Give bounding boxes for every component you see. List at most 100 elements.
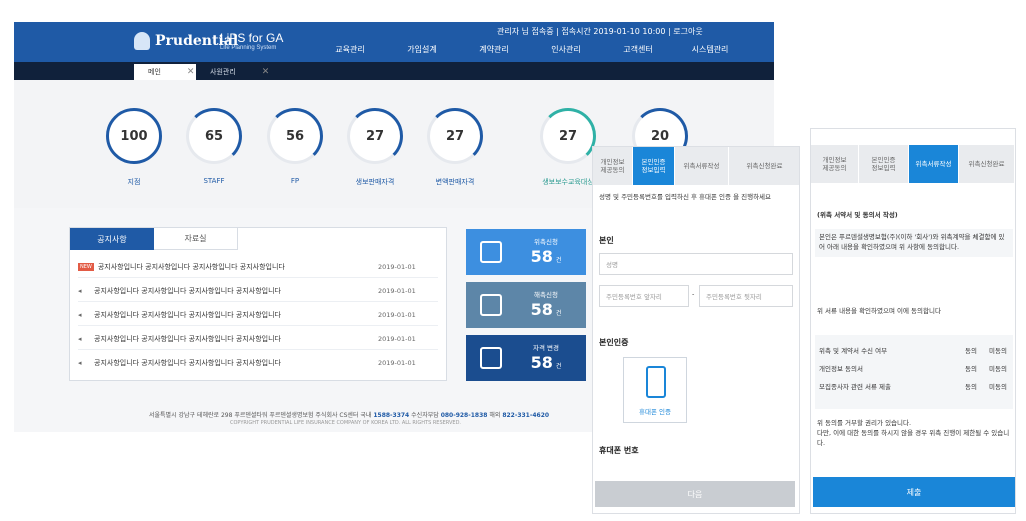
card-count: 58 건 [530, 353, 562, 372]
card-count: 58 건 [530, 300, 562, 319]
notice-date: 2019-01-01 [378, 334, 416, 343]
table-row[interactable]: NEW 공지사항입니다 공지사항입니다 공지사항입니다 공지사항입니다 2019… [78, 256, 438, 278]
page-tabbar: 메인 ✕ 사원관리 ✕ [14, 62, 774, 80]
agree-radio[interactable]: 동의 [965, 347, 977, 357]
notice-title[interactable]: 공지사항입니다 공지사항입니다 공지사항입니다 공지사항입니다 [94, 310, 378, 320]
product-logo: LiPS for GA Life Planning System [220, 31, 283, 51]
notice-date: 2019-01-01 [378, 262, 416, 271]
footer-address: 서울특별시 강남구 테헤란로 298 푸르덴셜타워 푸르덴셜생명보험 주식회사 [149, 412, 338, 419]
stat-circle[interactable]: 27 [427, 108, 483, 164]
stat-label: 지점 [127, 178, 141, 186]
notice-text: 위 동의를 거부할 권리가 있습니다. 다만, 이에 대한 동의를 하시지 않을… [817, 419, 1010, 447]
agreement-label: 모집종사자 관련 서류 제출 [819, 383, 891, 391]
stat-label: 변액판매자격 [435, 178, 475, 186]
card-count: 58 건 [530, 247, 562, 266]
document-add-icon [480, 241, 502, 263]
tab-archive[interactable]: 자료실 [154, 228, 238, 250]
cs-phone: 1588-3374 [373, 412, 410, 419]
megaphone-icon: ◂ [78, 334, 82, 343]
stat-circle[interactable]: 65 [186, 108, 242, 164]
card-qualification-change[interactable]: 자격 변경 58 건 [466, 335, 586, 381]
card-dismissal-request[interactable]: 해촉신청 58 건 [466, 282, 586, 328]
step-item-active: 위촉서류작성 [909, 145, 959, 183]
tab-label: 메인 [148, 68, 161, 76]
step-item: 개인정보 제공동의 [811, 145, 859, 183]
disagree-radio[interactable]: 미동의 [989, 347, 1007, 357]
rrn-dash: - [692, 290, 695, 298]
section-title: 본인 [599, 236, 614, 245]
intro-text: 성명 및 주민등록번호를 입력하신 후 휴대폰 인증 을 진행하세요 [599, 193, 772, 201]
tab-notice[interactable]: 공지사항 [70, 228, 154, 250]
nav-item[interactable]: 인사관리 [530, 44, 602, 55]
phone-section-title: 휴대폰 번호 [599, 446, 639, 455]
nav-item[interactable]: 계약관리 [458, 44, 530, 55]
copyright: COPYRIGHT PRUDENTIAL LIFE INSURANCE COMP… [230, 420, 462, 426]
agreement-list: 위촉 및 계약서 수신 여부 동의 미동의 개인정보 동의서 동의 미동의 모집… [815, 335, 1013, 409]
card-appointment-request[interactable]: 위촉신청 58 건 [466, 229, 586, 275]
product-subtitle: Life Planning System [220, 45, 277, 51]
fax-label: 수신자부담 [411, 412, 439, 419]
step-item: 위촉신청완료 [959, 145, 1015, 183]
house-wifi-icon [480, 347, 502, 369]
disagree-radio[interactable]: 미동의 [989, 365, 1007, 375]
card-label: 해촉신청 [534, 291, 558, 299]
step-item: 위촉신청완료 [729, 147, 799, 185]
nav-item[interactable]: 가입설계 [386, 44, 458, 55]
table-row[interactable]: ◂ 공지사항입니다 공지사항입니다 공지사항입니다 공지사항입니다 2019-0… [78, 352, 438, 374]
nav-item[interactable]: 고객센터 [602, 44, 674, 55]
disagree-radio[interactable]: 미동의 [989, 383, 1007, 393]
step-indicator: 개인정보 제공동의 본인인증 정보입력 위촉서류작성 위촉신청완료 [811, 145, 1015, 183]
table-row[interactable]: ◂ 공지사항입니다 공지사항입니다 공지사항입니다 공지사항입니다 2019-0… [78, 280, 438, 302]
product-name: LiPS for GA [220, 31, 284, 45]
global-nav: 교육관리 가입설계 계약관리 인사관리 고객센터 시스템관리 [314, 44, 746, 55]
stat-circle[interactable]: 100 [106, 108, 162, 164]
rrn-back-input[interactable]: 주민등록번호 뒷자리 [699, 285, 793, 307]
mobile-auth-screen: 개인정보 제공동의 본인인증 정보입력 위촉서류작성 위촉신청완료 성명 및 주… [592, 146, 800, 514]
stat-circle[interactable]: 56 [267, 108, 323, 164]
top-header: Prudential LiPS for GA Life Planning Sys… [14, 22, 774, 62]
notice-title[interactable]: 공지사항입니다 공지사항입니다 공지사항입니다 공지사항입니다 [94, 286, 378, 296]
monitor-close-icon [480, 294, 502, 316]
notice-date: 2019-01-01 [378, 286, 416, 295]
agreement-label: 개인정보 동의서 [819, 365, 863, 373]
notice-title[interactable]: 공지사항입니다 공지사항입니다 공지사항입니다 공지사항입니다 [94, 334, 378, 344]
rrn-front-input[interactable]: 주민등록번호 앞자리 [599, 285, 689, 307]
nav-item[interactable]: 교육관리 [314, 44, 386, 55]
nav-item[interactable]: 시스템관리 [674, 44, 746, 55]
table-row[interactable]: ◂ 공지사항입니다 공지사항입니다 공지사항입니다 공지사항입니다 2019-0… [78, 328, 438, 350]
auth-section-title: 본인인증 [599, 338, 629, 347]
megaphone-icon: ◂ [78, 310, 82, 319]
notice-title[interactable]: 공지사항입니다 공지사항입니다 공지사항입니다 공지사항입니다 [98, 262, 378, 272]
agree-radio[interactable]: 동의 [965, 383, 977, 393]
name-input[interactable]: 성명 [599, 253, 793, 275]
step-indicator: 개인정보 제공동의 본인인증 정보입력 위촉서류작성 위촉신청완료 [593, 147, 799, 185]
megaphone-icon: ◂ [78, 286, 82, 295]
agreement-paragraph: 본인은 푸르덴셜생명보험(주)(이하 '회사')와 위촉계약을 체결함에 있어 … [815, 229, 1013, 257]
agree-radio[interactable]: 동의 [965, 365, 977, 375]
session-info: 관리자 님 접속중 | 접속시간 2019-01-10 10:00 | 로그아웃 [497, 27, 703, 36]
tab-employee[interactable]: 사원관리 ✕ [196, 64, 276, 80]
phone-auth-button[interactable]: 휴대폰 인증 [623, 357, 687, 423]
notice-title[interactable]: 공지사항입니다 공지사항입니다 공지사항입니다 공지사항입니다 [94, 358, 378, 368]
close-icon[interactable]: ✕ [187, 67, 195, 77]
new-badge: NEW [78, 262, 94, 271]
section-title: (위촉 서약서 및 동의서 작성) [817, 211, 898, 219]
phone-auth-label: 휴대폰 인증 [639, 408, 671, 416]
tab-label: 사원관리 [210, 68, 236, 76]
card-label: 위촉신청 [534, 238, 558, 246]
next-button[interactable]: 다음 [595, 481, 795, 507]
tab-main[interactable]: 메인 ✕ [134, 64, 196, 80]
close-icon[interactable]: ✕ [262, 67, 270, 77]
notice-board: 공지사항 자료실 NEW 공지사항입니다 공지사항입니다 공지사항입니다 공지사… [69, 227, 447, 381]
submit-button[interactable]: 제출 [813, 477, 1015, 507]
megaphone-icon: ◂ [78, 359, 82, 367]
step-item: 본인인증 정보입력 [859, 145, 909, 183]
prudential-logo-icon [134, 32, 150, 50]
stat-circle[interactable]: 27 [347, 108, 403, 164]
footer-contact: 서울특별시 강남구 테헤란로 298 푸르덴셜타워 푸르덴셜생명보험 주식회사 … [149, 410, 549, 419]
notice-date: 2019-01-01 [378, 359, 416, 367]
overseas-phone: 822-331-4620 [502, 412, 550, 419]
table-row[interactable]: ◂ 공지사항입니다 공지사항입니다 공지사항입니다 공지사항입니다 2019-0… [78, 304, 438, 326]
step-item: 개인정보 제공동의 [593, 147, 633, 185]
stat-circle[interactable]: 27 [540, 108, 596, 164]
